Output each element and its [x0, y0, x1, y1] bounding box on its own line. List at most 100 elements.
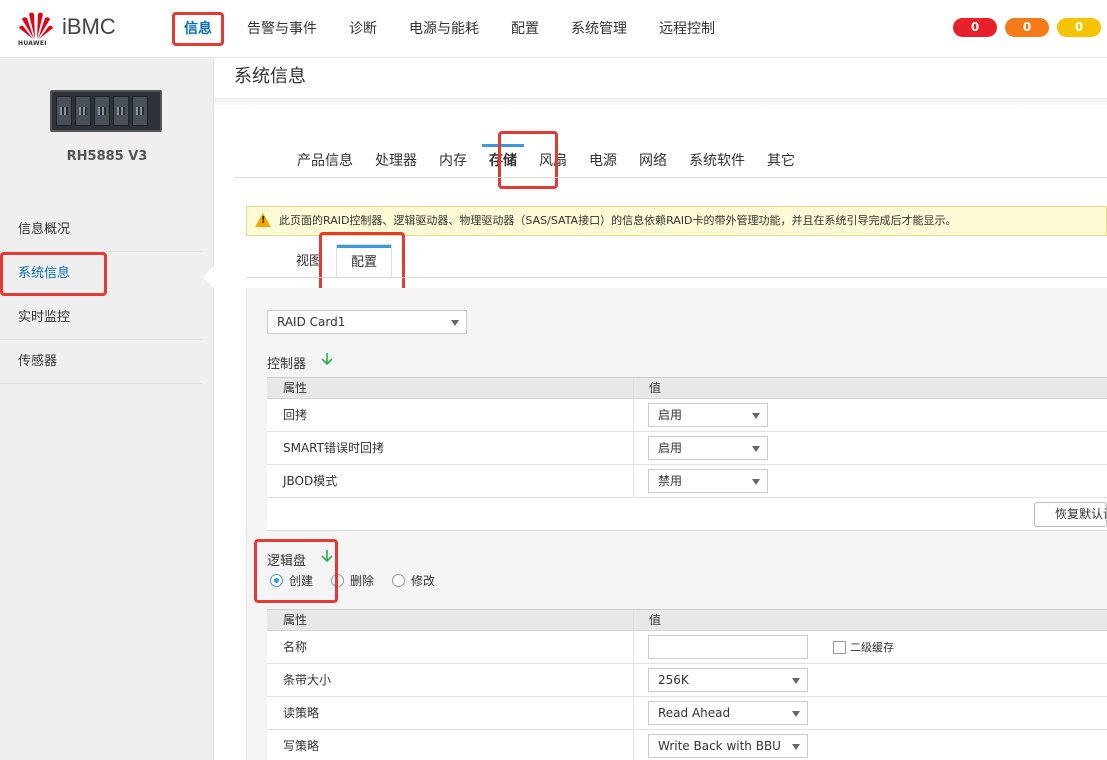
main-nav: 信息 告警与事件 诊断 电源与能耗 配置 系统管理 远程控制	[172, 12, 738, 46]
radio-modify-label: 修改	[411, 574, 436, 588]
tab-network[interactable]: 网络	[628, 144, 678, 178]
logical-drive-highlight	[254, 539, 338, 603]
nav-config[interactable]: 配置	[502, 12, 548, 46]
read-policy-label: 读策略	[283, 706, 320, 720]
drive-bay	[94, 96, 110, 126]
column-divider	[633, 432, 634, 464]
chevron-down-icon	[792, 711, 800, 717]
header-attr: 属性	[283, 613, 308, 627]
critical-alarm-badge[interactable]: 0	[953, 18, 997, 37]
huawei-logo: HUAWEI	[18, 10, 54, 48]
tab-processor[interactable]: 处理器	[364, 144, 428, 178]
drive-bay	[75, 96, 91, 126]
table-row: 写策略 Write Back with BBU	[267, 730, 1107, 760]
smart-copyback-select[interactable]: 启用	[648, 436, 768, 460]
server-model: RH5885 V3	[66, 149, 148, 164]
chevron-down-icon	[792, 678, 800, 684]
logical-drive-table: 属性 值 名称 二级缓存 条带大小 256K 读策略 Read Ahead 写策…	[267, 609, 1107, 760]
table-row: 名称 二级缓存	[267, 631, 1107, 664]
table-header-row: 属性 值	[267, 378, 1107, 399]
chevron-down-icon	[792, 744, 800, 750]
column-divider	[633, 631, 634, 663]
header-attr: 属性	[283, 381, 308, 395]
write-policy-select[interactable]: Write Back with BBU	[648, 734, 808, 758]
tab-system-software[interactable]: 系统软件	[678, 144, 756, 178]
tab-other[interactable]: 其它	[756, 144, 806, 178]
tabs-divider	[234, 177, 1107, 178]
jbod-mode-select-value: 禁用	[658, 474, 683, 488]
column-divider	[633, 730, 634, 760]
drive-bay	[113, 96, 129, 126]
read-policy-select[interactable]: Read Ahead	[648, 701, 808, 725]
page-title: 系统信息	[234, 66, 306, 87]
nav-remote-control[interactable]: 远程控制	[650, 12, 724, 46]
active-indicator-arrow	[203, 266, 214, 288]
radio-dot[interactable]	[392, 574, 406, 587]
product-name: iBMC	[62, 14, 116, 39]
copyback-select[interactable]: 启用	[648, 403, 768, 427]
radio-modify[interactable]: 修改	[392, 572, 435, 589]
jbod-mode-select[interactable]: 禁用	[648, 469, 768, 493]
nav-diagnostics[interactable]: 诊断	[340, 12, 386, 46]
header-value: 值	[649, 381, 662, 395]
major-alarm-badge[interactable]: 0	[1005, 18, 1049, 37]
write-policy-select-value: Write Back with BBU	[658, 739, 781, 753]
radio-delete-label: 删除	[350, 574, 375, 588]
write-policy-label: 写策略	[283, 739, 320, 753]
table-row: 条带大小 256K	[267, 664, 1107, 697]
chevron-down-icon	[451, 320, 459, 326]
sidebar-item-overview[interactable]: 信息概况	[0, 208, 202, 252]
chevron-down-icon	[752, 413, 760, 419]
minor-alarm-badge[interactable]: 0	[1057, 18, 1101, 37]
config-subtab-highlight	[319, 232, 405, 292]
sidebar-menu: 信息概况 系统信息 实时监控 传感器	[0, 208, 202, 384]
huawei-flower-icon	[19, 12, 53, 39]
column-divider	[633, 664, 634, 696]
sidebar: RH5885 V3 信息概况 系统信息 实时监控 传感器	[0, 58, 214, 760]
controller-table: 属性 值 回拷 启用 SMART错误时回拷 启用 JBOD模式 禁用 恢复默认设…	[267, 377, 1107, 531]
top-header: HUAWEI iBMC 信息 告警与事件 诊断 电源与能耗 配置 系统管理 远程…	[0, 0, 1107, 58]
raid-card-select[interactable]: RAID Card1	[267, 310, 467, 334]
controller-section-title: 控制器	[267, 357, 307, 372]
sidebar-item-system-info[interactable]: 系统信息	[0, 252, 107, 296]
nav-info[interactable]: 信息	[172, 12, 224, 46]
nav-system-management[interactable]: 系统管理	[562, 12, 636, 46]
alarm-counters: 0 0 0	[945, 18, 1101, 37]
secondary-cache-checkbox[interactable]	[833, 641, 846, 654]
nav-power-energy[interactable]: 电源与能耗	[400, 12, 488, 46]
subtabs-divider	[246, 277, 1107, 278]
restore-defaults-button[interactable]: 恢复默认设置	[1034, 502, 1107, 527]
strip-size-label: 条带大小	[283, 673, 332, 687]
logical-drive-name-input[interactable]	[648, 635, 808, 659]
brand-text: HUAWEI	[18, 40, 47, 47]
column-divider	[633, 378, 634, 398]
smart-copyback-select-value: 启用	[658, 441, 683, 455]
raid-card-select-value: RAID Card1	[277, 315, 346, 329]
read-policy-select-value: Read Ahead	[658, 706, 731, 720]
title-divider	[214, 98, 1107, 106]
table-header-row: 属性 值	[267, 610, 1107, 631]
strip-size-select-value: 256K	[658, 673, 689, 687]
sidebar-item-sensors[interactable]: 传感器	[0, 340, 202, 384]
name-label: 名称	[283, 640, 308, 654]
drive-bay	[56, 96, 72, 126]
strip-size-select[interactable]: 256K	[648, 668, 808, 692]
chevron-down-icon	[752, 479, 760, 485]
table-actions-row: 恢复默认设置	[267, 498, 1107, 531]
column-divider	[633, 610, 634, 630]
collapse-arrow-icon[interactable]	[320, 352, 334, 366]
tab-power[interactable]: 电源	[578, 144, 628, 178]
copyback-label: 回拷	[283, 408, 308, 422]
secondary-cache-label: 二级缓存	[850, 641, 894, 654]
tab-product-info[interactable]: 产品信息	[286, 144, 364, 178]
header-value: 值	[649, 613, 662, 627]
column-divider	[633, 399, 634, 431]
column-divider	[633, 465, 634, 497]
sidebar-item-realtime-monitor[interactable]: 实时监控	[0, 296, 202, 340]
tab-memory[interactable]: 内存	[428, 144, 478, 178]
table-row: SMART错误时回拷 启用	[267, 432, 1107, 465]
nav-alarms-events[interactable]: 告警与事件	[238, 12, 326, 46]
smart-copyback-label: SMART错误时回拷	[283, 441, 384, 455]
chevron-down-icon	[752, 446, 760, 452]
jbod-mode-label: JBOD模式	[283, 474, 338, 488]
